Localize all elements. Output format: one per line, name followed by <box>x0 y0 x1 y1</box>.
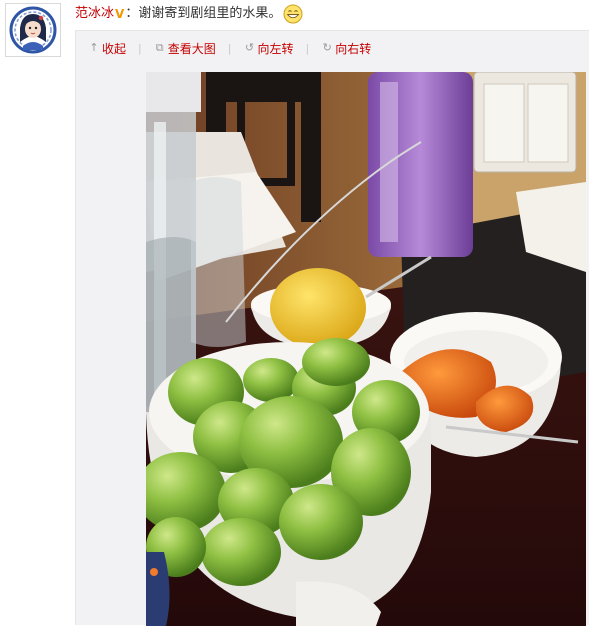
toolbar-divider: | <box>227 41 232 55</box>
username-link[interactable]: 范冰冰 <box>75 5 114 23</box>
avatar-portrait-icon <box>9 6 57 54</box>
avatar[interactable] <box>5 3 61 57</box>
collapse-label: 收起 <box>102 41 127 56</box>
rotate-left-button[interactable]: ↺ 向左转 <box>243 40 294 57</box>
fruit-photo-image <box>146 72 586 626</box>
toolbar-divider: | <box>138 41 142 55</box>
media-expanded-panel: ↑ 收起 | ⧉ 查看大图 | ↺ 向左转 | ↻ 向右转 <box>75 30 589 626</box>
post-separator: ： <box>125 6 139 21</box>
media-toolbar: ↑ 收起 | ⧉ 查看大图 | ↺ 向左转 | ↻ 向右转 <box>76 31 589 65</box>
enlarge-icon: ⧉ <box>155 41 164 54</box>
grin-emoji-icon <box>283 4 303 24</box>
arrow-up-icon: ↑ <box>89 41 99 54</box>
post-text: 谢谢寄到剧组里的水果。 <box>138 6 282 21</box>
toolbar-divider: | <box>305 41 310 55</box>
verified-badge-icon[interactable]: V <box>115 5 124 23</box>
rotate-left-label: 向左转 <box>257 41 294 56</box>
rotate-right-button[interactable]: ↻ 向右转 <box>321 40 372 57</box>
view-large-button[interactable]: ⧉ 查看大图 <box>154 40 216 57</box>
post-photo[interactable] <box>146 72 586 626</box>
post-header: 范冰冰 V ： 谢谢寄到剧组里的水果。 <box>75 4 303 24</box>
rotate-left-icon: ↺ <box>244 41 255 54</box>
rotate-right-label: 向右转 <box>335 41 372 56</box>
collapse-button[interactable]: ↑ 收起 <box>88 40 126 57</box>
rotate-right-icon: ↻ <box>322 41 332 54</box>
view-large-label: 查看大图 <box>167 41 216 56</box>
